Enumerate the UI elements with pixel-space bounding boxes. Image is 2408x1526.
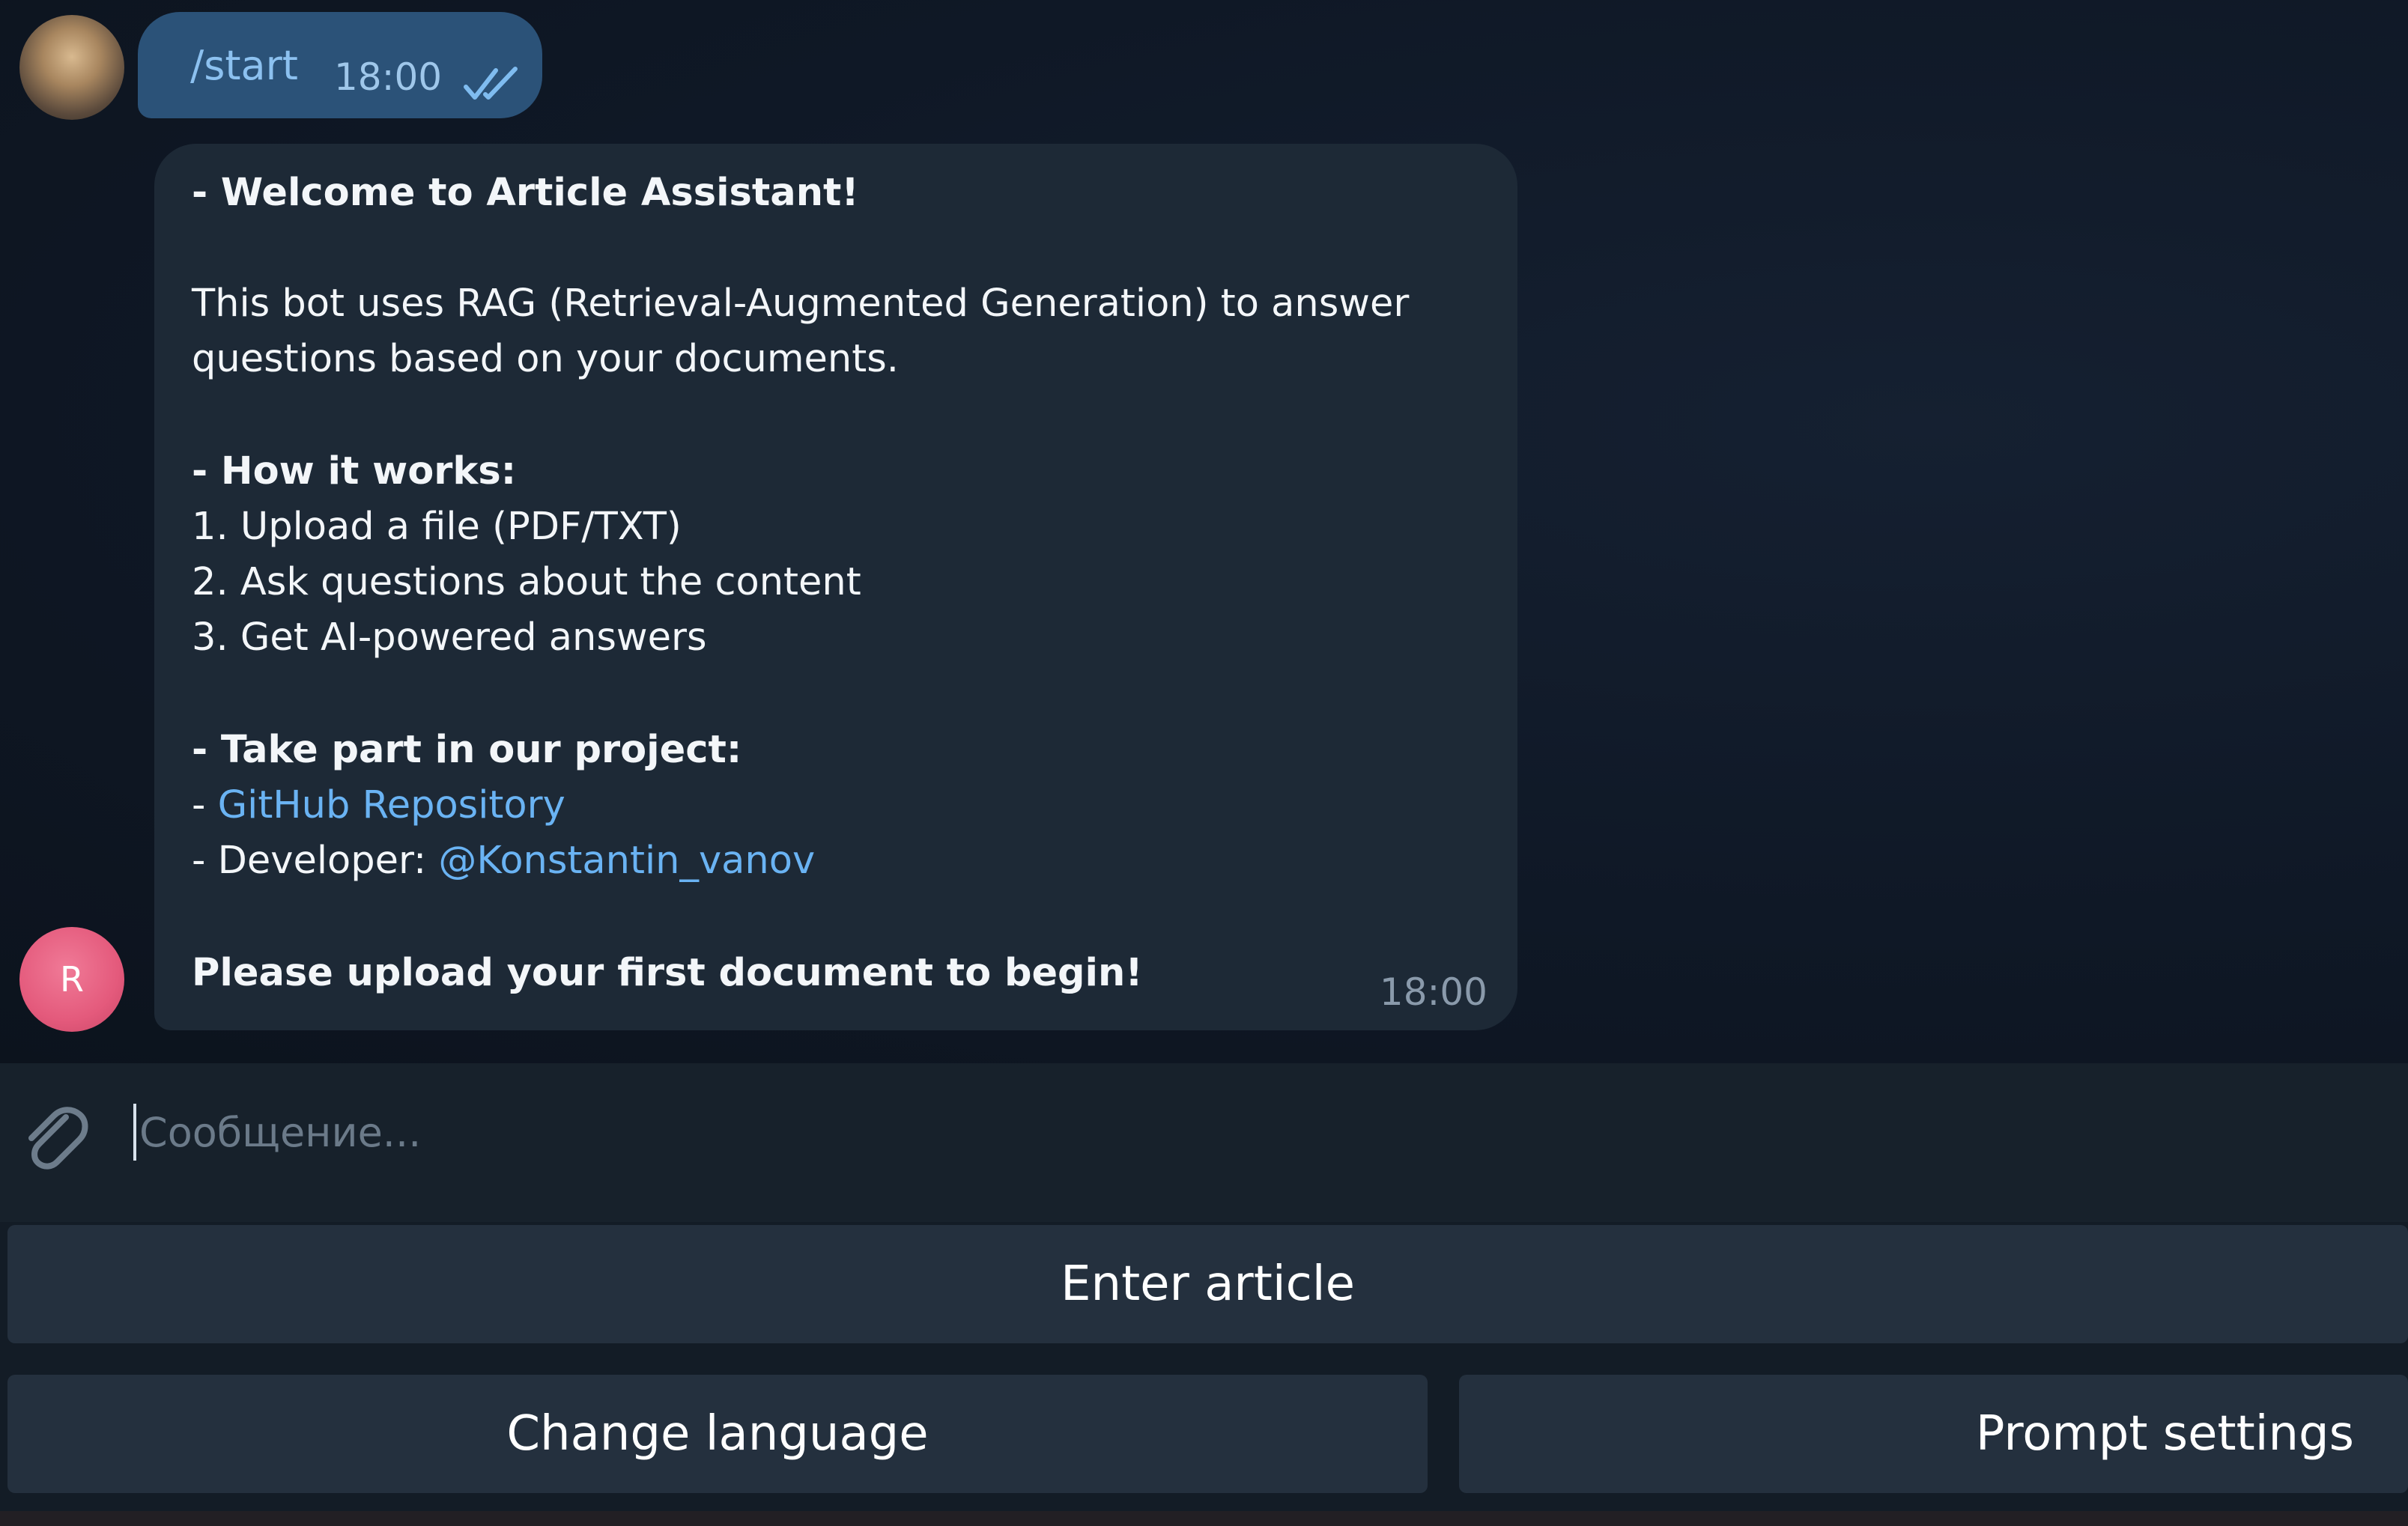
double-check-icon: [464, 67, 518, 100]
step-1: 1. Upload a file (PDF/TXT): [192, 505, 682, 549]
github-line: - GitHub Repository: [192, 783, 565, 828]
paperclip-icon[interactable]: [16, 1095, 91, 1177]
user-avatar[interactable]: [19, 15, 124, 120]
enter-article-button[interactable]: Enter article: [7, 1225, 2408, 1343]
upload-prompt-line: Please upload your first document to beg…: [192, 951, 1143, 995]
prompt-settings-button[interactable]: Prompt settings: [1459, 1375, 2408, 1493]
text-cursor: [133, 1104, 136, 1161]
outgoing-message-text: /start: [190, 42, 298, 89]
message-input[interactable]: [139, 1101, 2311, 1164]
change-language-button[interactable]: Change language: [7, 1375, 1428, 1493]
bot-avatar[interactable]: R: [19, 927, 124, 1032]
bottom-edge: [0, 1511, 2408, 1526]
developer-username-link[interactable]: @Konstantin_vanov: [438, 839, 815, 883]
incoming-message-bubble[interactable]: - Welcome to Article Assistant! This bot…: [154, 144, 1517, 1030]
intro-line-1: This bot uses RAG (Retrieval-Augmented G…: [192, 282, 1410, 326]
take-part-heading: - Take part in our project:: [192, 728, 742, 772]
intro-line-2: questions based on your documents.: [192, 337, 899, 381]
incoming-message-time: 18:00: [1379, 970, 1487, 1014]
developer-line: - Developer: @Konstantin_vanov: [192, 839, 815, 884]
github-repository-link[interactable]: GitHub Repository: [218, 783, 565, 827]
step-2: 2. Ask questions about the content: [192, 560, 861, 604]
outgoing-message-time: 18:00: [334, 55, 443, 99]
how-it-works-heading: - How it works:: [192, 449, 517, 493]
chat-area: /start 18:00 - Welcome to Article Assist…: [0, 0, 2408, 1063]
github-prefix: -: [192, 783, 218, 827]
outgoing-message-bubble[interactable]: /start 18:00: [138, 12, 542, 118]
welcome-heading: - Welcome to Article Assistant!: [192, 171, 859, 215]
developer-prefix: - Developer:: [192, 839, 439, 883]
step-3: 3. Get AI-powered answers: [192, 615, 707, 660]
